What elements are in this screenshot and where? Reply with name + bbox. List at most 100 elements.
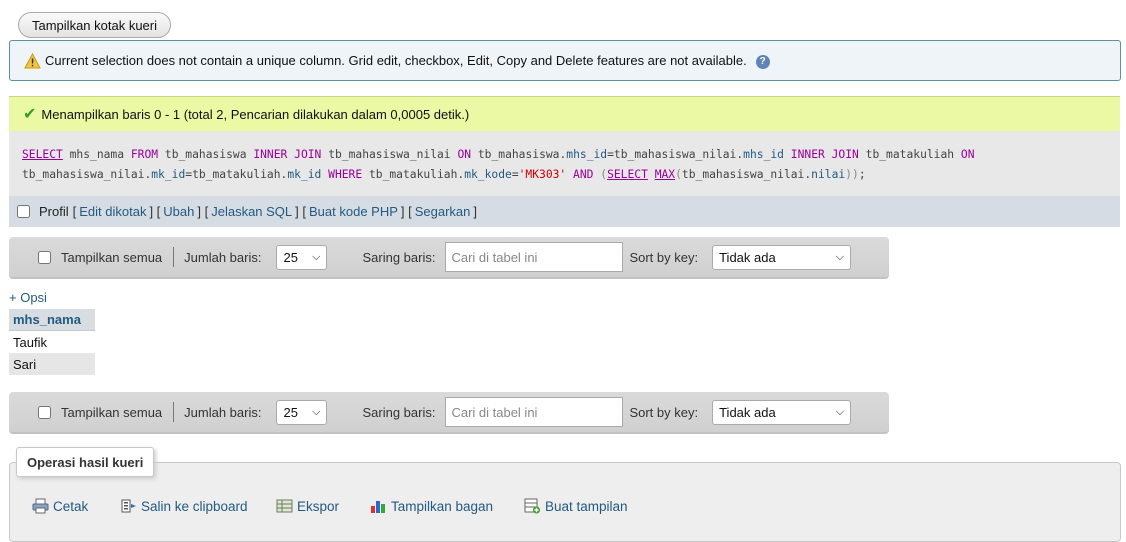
rows-per-page-select[interactable]: 25 ⌵ [276, 244, 328, 270]
column-header[interactable]: mhs_nama [9, 309, 95, 331]
printer-icon [32, 498, 49, 514]
table-cell[interactable]: Taufik [9, 330, 95, 353]
edit-inline-link[interactable]: Edit dikotak [79, 204, 146, 219]
print-label: Cetak [53, 498, 89, 514]
bar-chart-icon [371, 501, 385, 513]
sql-paren: ) [852, 168, 859, 181]
sql-token: = [511, 168, 519, 181]
explain-sql-link[interactable]: Jelaskan SQL [211, 204, 292, 219]
filter-rows-input[interactable]: Cari di tabel ini [445, 397, 624, 427]
table-navigation-top: Tampilkan semua Jumlah baris: 25 ⌵ Sarin… [9, 237, 889, 279]
display-chart-link[interactable]: Tampilkan bagan [370, 498, 493, 514]
create-view-link[interactable]: Buat tampilan [524, 498, 628, 514]
sql-keyword: INNER [253, 148, 288, 161]
bracket: ] [ [295, 204, 306, 219]
table-row: Taufik [9, 330, 95, 353]
notice-message: Current selection does not contain a uni… [9, 40, 1121, 81]
table-cell[interactable]: Sari [9, 353, 95, 375]
edit-link[interactable]: Ubah [163, 204, 194, 219]
show-all-label[interactable]: Tampilkan semua [61, 405, 162, 420]
create-php-code-link[interactable]: Buat kode PHP [309, 204, 398, 219]
sql-token: mhs_nama [69, 148, 125, 161]
sql-string: 'MK303' [518, 168, 567, 181]
show-all-label[interactable]: Tampilkan semua [61, 250, 162, 265]
profile-label: Profil [39, 204, 69, 219]
show-all-checkbox[interactable] [38, 250, 51, 264]
sql-keyword: FROM [130, 148, 159, 161]
sql-keyword: ON [457, 148, 472, 161]
sql-token: tb_mahasiswa_nilai [22, 168, 145, 181]
sql-field: nilai [811, 168, 846, 181]
notice-text: Current selection does not contain a uni… [45, 53, 747, 68]
export-link[interactable]: Ekspor [276, 498, 339, 514]
print-link[interactable]: Cetak [32, 498, 88, 514]
refresh-link[interactable]: Segarkan [415, 204, 471, 219]
sql-field: mhs_id [743, 148, 784, 161]
sql-field: mhs_id [566, 148, 608, 161]
filter-label: Saring baris: [362, 404, 436, 420]
sql-token: tb_mahasiswa_nilai [681, 168, 805, 181]
bracket: [ [72, 204, 77, 219]
rows-value: 25 [283, 249, 298, 265]
rows-per-page-select[interactable]: 25 ⌵ [276, 399, 328, 425]
sql-paren: ( [675, 168, 682, 181]
filter-label: Saring baris: [362, 249, 436, 265]
copy-to-clipboard-label: Salin ke clipboard [141, 498, 248, 514]
sql-token: tb_mahasiswa [164, 148, 247, 161]
table-navigation-bottom: Tampilkan semua Jumlah baris: 25 ⌵ Sarin… [9, 392, 889, 434]
success-message: ✔ Menampilkan baris 0 - 1 (total 2, Penc… [9, 96, 1120, 131]
sql-keyword: SELECT [22, 148, 63, 161]
success-text: Menampilkan baris 0 - 1 (total 2, Pencar… [41, 106, 470, 122]
bracket: ] [ [400, 204, 412, 219]
bracket: ] [ [149, 204, 161, 219]
sql-query-display: SELECT mhs_nama FROM tb_mahasiswa INNER … [9, 131, 1120, 196]
sql-token: tb_mahasiswa_nilai [613, 148, 737, 161]
clipboard-icon [121, 499, 136, 513]
sql-field: mk_id [287, 168, 322, 181]
sql-token: tb_mahasiswa_nilai [328, 148, 451, 161]
sql-token: tb_mahasiswa [477, 148, 560, 161]
sql-token: = [607, 148, 614, 161]
sql-token: ; [858, 168, 866, 181]
sort-value: Tidak ada [719, 249, 776, 265]
sort-by-key-select[interactable]: Tidak ada ⌵ [712, 244, 852, 270]
export-icon [276, 499, 293, 513]
sql-function: MAX [654, 168, 676, 181]
show-all-checkbox[interactable] [38, 405, 51, 419]
copy-to-clipboard-link[interactable]: Salin ke clipboard [120, 498, 248, 514]
sql-keyword: ON [960, 148, 975, 161]
chevron-down-icon: ⌵ [312, 405, 321, 418]
help-icon[interactable]: ? [755, 54, 770, 69]
divider [173, 402, 175, 422]
chevron-down-icon: ⌵ [312, 250, 321, 263]
bracket: ] [ [197, 204, 209, 219]
sort-value: Tidak ada [719, 404, 776, 420]
rows-value: 25 [283, 404, 298, 420]
filter-rows-input[interactable]: Cari di tabel ini [445, 242, 624, 272]
sort-by-key-select[interactable]: Tidak ada ⌵ [712, 399, 852, 425]
sql-token: tb_matakuliah [865, 148, 955, 161]
sql-field: mk_kode [464, 168, 512, 181]
profile-checkbox[interactable] [17, 205, 30, 218]
sql-keyword: JOIN [294, 148, 322, 161]
sql-keyword: AND [573, 168, 594, 181]
check-icon: ✔ [23, 106, 37, 123]
rows-label: Jumlah baris: [184, 249, 262, 265]
operations-legend: Operasi hasil kueri [16, 447, 155, 477]
sql-keyword: JOIN [831, 148, 859, 161]
show-query-box-button[interactable]: Tampilkan kotak kueri [18, 12, 171, 38]
options-link[interactable]: + Opsi [9, 290, 47, 305]
profiling-bar: Profil [ Edit dikotak ] [ Ubah ] [ Jelas… [9, 196, 1120, 227]
sort-label: Sort by key: [629, 249, 699, 265]
create-view-label: Buat tampilan [545, 498, 628, 514]
sql-keyword: SELECT [607, 168, 648, 181]
